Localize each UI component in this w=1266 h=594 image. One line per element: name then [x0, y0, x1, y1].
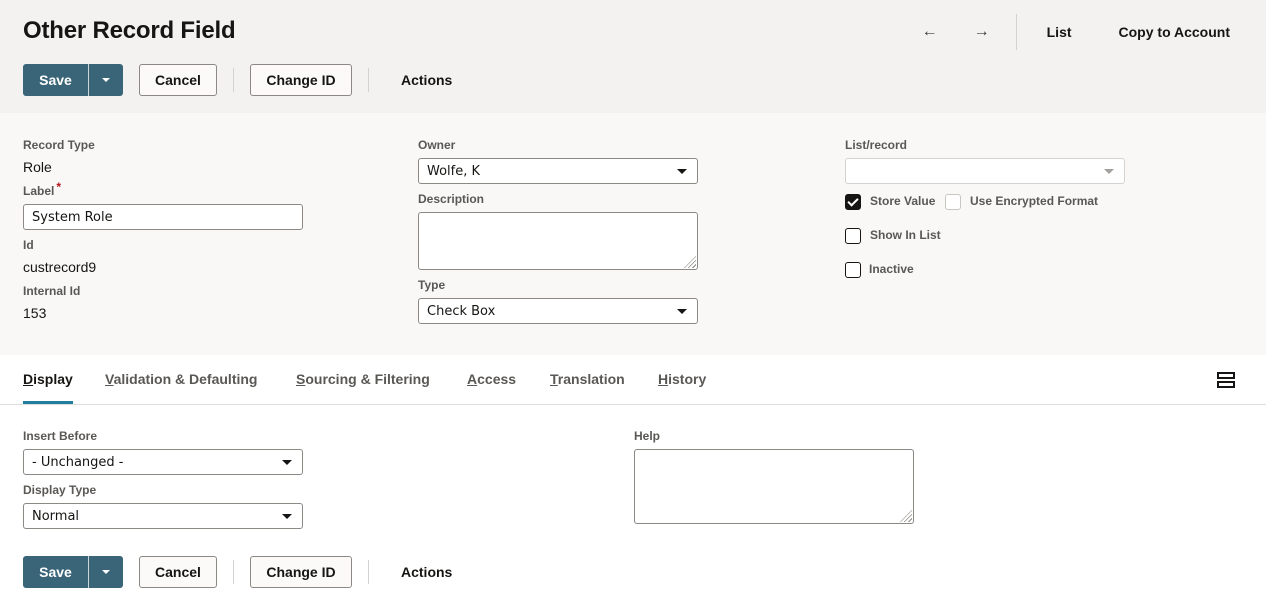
- tab-history[interactable]: History: [658, 371, 706, 387]
- button-divider: [368, 560, 369, 584]
- dropdown-arrow-icon: [677, 309, 687, 314]
- inactive-checkbox[interactable]: [845, 262, 861, 278]
- save-options-button[interactable]: [89, 556, 123, 588]
- active-tab-indicator: [23, 401, 73, 404]
- record-navigation: ← → List Copy to Account: [904, 14, 1266, 50]
- label-input[interactable]: System Role: [23, 204, 303, 230]
- actions-menu[interactable]: Actions: [401, 564, 452, 580]
- tab-label-rest: ccess: [477, 371, 517, 387]
- caret-down-icon: [102, 570, 110, 574]
- save-options-button[interactable]: [89, 64, 123, 96]
- change-id-button[interactable]: Change ID: [250, 64, 352, 96]
- type-select[interactable]: Check Box: [418, 298, 698, 324]
- save-button-group: Save: [23, 64, 123, 96]
- store-value-checkbox[interactable]: [845, 194, 861, 210]
- display-type-label: Display Type: [23, 483, 97, 497]
- arrow-left-icon[interactable]: ←: [904, 23, 956, 41]
- primary-information: Record Type Role Label * System Role Id c…: [0, 113, 1266, 355]
- list-link[interactable]: List: [1033, 24, 1089, 40]
- list-record-select[interactable]: [845, 158, 1125, 184]
- nav-divider: [1015, 14, 1017, 50]
- tab-label-rest: isplay: [33, 371, 73, 387]
- save-split-divider: [88, 556, 89, 588]
- tab-display[interactable]: Display: [23, 371, 73, 387]
- button-divider: [368, 68, 369, 92]
- record-type-value: Role: [23, 159, 52, 175]
- label-field-label: Label *: [23, 180, 61, 198]
- tab-accesskey: A: [467, 371, 478, 387]
- record-type-label: Record Type: [23, 138, 95, 152]
- bottom-button-bar: Save Cancel Change ID Actions: [23, 556, 452, 588]
- save-split-divider: [88, 64, 89, 96]
- label-field-label-text: Label: [23, 184, 55, 198]
- page-title: Other Record Field: [23, 17, 236, 44]
- tab-sourcing-filtering[interactable]: Sourcing & Filtering: [296, 371, 430, 387]
- tab-label-rest: istory: [668, 371, 707, 387]
- tab-accesskey: S: [296, 371, 306, 387]
- inactive-label[interactable]: Inactive: [869, 262, 914, 276]
- top-button-bar: Save Cancel Change ID Actions: [23, 64, 452, 96]
- display-type-select[interactable]: Normal: [23, 503, 303, 529]
- tab-translation[interactable]: Translation: [550, 371, 625, 387]
- insert-before-select-value: - Unchanged -: [32, 454, 124, 470]
- required-marker: *: [56, 180, 62, 194]
- display-type-select-value: Normal: [32, 508, 80, 524]
- save-button[interactable]: Save: [23, 556, 88, 588]
- owner-select[interactable]: Wolfe, K: [418, 158, 698, 184]
- description-textarea[interactable]: [418, 212, 698, 270]
- store-value-label[interactable]: Store Value: [870, 194, 935, 208]
- insert-before-select[interactable]: - Unchanged -: [23, 449, 303, 475]
- owner-label: Owner: [418, 138, 456, 152]
- button-divider: [233, 68, 234, 92]
- help-textarea[interactable]: [634, 449, 914, 524]
- use-encrypted-format-label[interactable]: Use Encrypted Format: [970, 194, 1098, 208]
- show-in-list-label[interactable]: Show In List: [870, 228, 941, 242]
- tab-accesskey: D: [23, 371, 34, 387]
- dropdown-arrow-icon: [1104, 169, 1114, 174]
- internal-id-value: 153: [23, 305, 47, 321]
- use-encrypted-format-checkbox[interactable]: [945, 194, 961, 210]
- save-button-group: Save: [23, 556, 123, 588]
- tab-validation-defaulting[interactable]: Validation & Defaulting: [105, 371, 257, 387]
- tab-accesskey: H: [658, 371, 669, 387]
- tab-access[interactable]: Access: [467, 371, 516, 387]
- cancel-button[interactable]: Cancel: [139, 64, 217, 96]
- actions-menu[interactable]: Actions: [401, 72, 452, 88]
- id-label: Id: [23, 238, 34, 252]
- list-record-label: List/record: [845, 138, 908, 152]
- resize-handle-icon[interactable]: [684, 256, 696, 268]
- caret-down-icon: [102, 78, 110, 82]
- type-select-value: Check Box: [427, 303, 496, 319]
- description-label: Description: [418, 192, 485, 206]
- tab-label-rest: alidation & Defaulting: [113, 371, 258, 387]
- tab-label-rest: ranslation: [557, 371, 625, 387]
- dropdown-arrow-icon: [677, 169, 687, 174]
- stacked-layout-icon[interactable]: [1217, 372, 1235, 388]
- change-id-button[interactable]: Change ID: [250, 556, 352, 588]
- show-in-list-checkbox[interactable]: [845, 228, 861, 244]
- dropdown-arrow-icon: [282, 460, 292, 465]
- type-label: Type: [418, 278, 446, 292]
- resize-handle-icon[interactable]: [900, 510, 912, 522]
- insert-before-label: Insert Before: [23, 429, 98, 443]
- page-header: Other Record Field ← → List Copy to Acco…: [0, 0, 1266, 113]
- tab-label-rest: ourcing & Filtering: [305, 371, 430, 387]
- dropdown-arrow-icon: [282, 514, 292, 519]
- owner-select-value: Wolfe, K: [427, 163, 481, 179]
- subtab-bar: Display Validation & Defaulting Sourcing…: [0, 355, 1266, 405]
- internal-id-label: Internal Id: [23, 284, 81, 298]
- save-button[interactable]: Save: [23, 64, 88, 96]
- arrow-right-icon[interactable]: →: [956, 23, 1008, 41]
- help-label: Help: [634, 429, 661, 443]
- button-divider: [233, 560, 234, 584]
- tab-accesskey: V: [105, 371, 114, 387]
- copy-to-account-link[interactable]: Copy to Account: [1089, 24, 1266, 40]
- tab-accesskey: T: [550, 371, 558, 387]
- cancel-button[interactable]: Cancel: [139, 556, 217, 588]
- id-value: custrecord9: [23, 259, 97, 275]
